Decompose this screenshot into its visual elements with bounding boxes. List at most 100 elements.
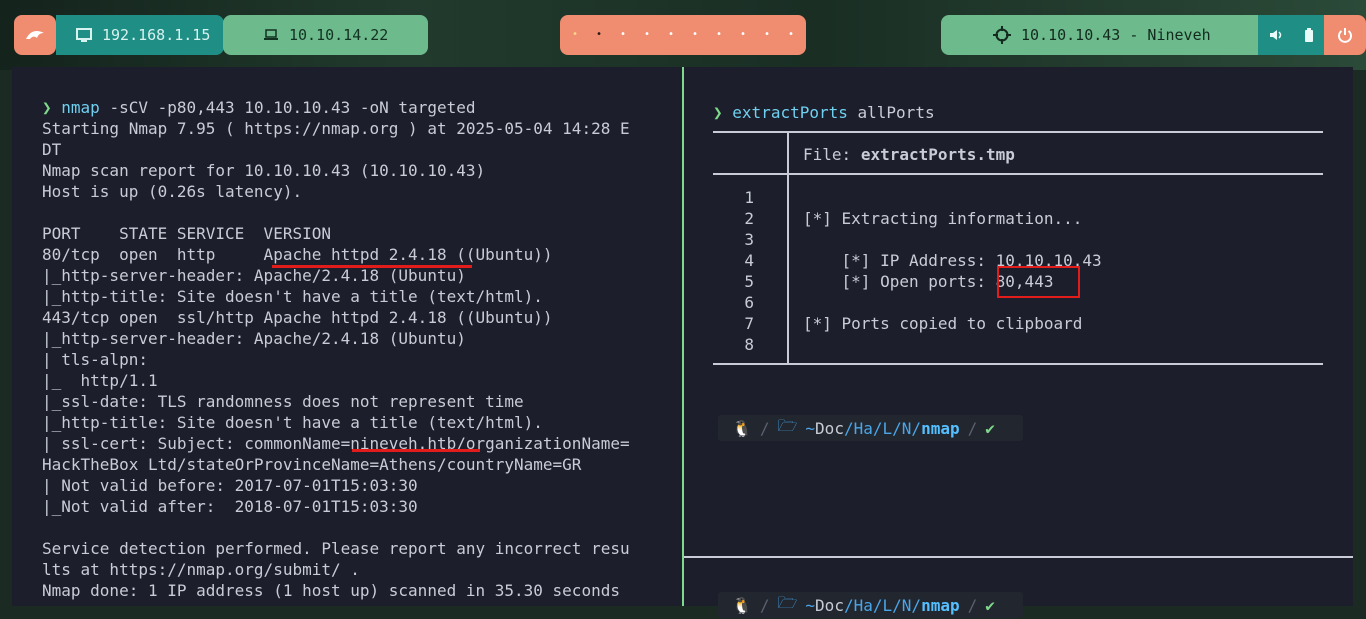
checkmark-icon: ✔ [985, 595, 995, 615]
line-number: 2 [744, 209, 754, 228]
path-segment: Ha [853, 418, 873, 438]
workspace-dot[interactable]: • [635, 30, 659, 40]
output-line: Starting Nmap 7.95 ( https://nmap.org ) … [42, 119, 630, 138]
linux-penguin-icon: 🐧 [732, 418, 752, 438]
workspace-dot[interactable]: • [683, 30, 707, 40]
power-icon [1338, 28, 1352, 43]
bat-top-border [713, 131, 1323, 133]
current-dir: nmap [921, 595, 960, 615]
path-separator: / [872, 595, 883, 615]
bat-header-border [713, 173, 1323, 175]
file-label: File: [803, 145, 852, 164]
terminal-pane-right-bottom[interactable]: 🐧 / 🗁 ~ Doc / Ha / L / N / nmap / ✔ [684, 558, 1353, 618]
path-segment: L [882, 418, 893, 438]
local-ip-label: 192.168.1.15 [102, 26, 211, 44]
extractports-command: ❯ extractPorts allPorts [713, 102, 935, 123]
line-number: 1 [744, 188, 754, 207]
file-name: extractPorts.tmp [860, 145, 1015, 164]
path-segment: Ha [853, 595, 873, 615]
path-separator: / [892, 595, 902, 615]
nmap-output: ❯ nmap -sCV -p80,443 10.10.10.43 -oN tar… [42, 97, 630, 601]
vpn-ip-label: 10.10.14.22 [289, 26, 389, 44]
output-line: |_http-title: Site doesn't have a title … [42, 287, 543, 306]
output-line: HackTheBox Ltd/stateOrProvinceName=Athen… [42, 455, 582, 474]
output-line: |_ http/1.1 [42, 371, 158, 390]
bat-bottom-border [713, 363, 1323, 365]
line-number: 4 [744, 251, 754, 270]
workspace-dot[interactable]: • [659, 30, 683, 40]
bat-gutter-divider [787, 131, 789, 364]
local-ip-indicator[interactable]: 192.168.1.15 [56, 15, 224, 55]
shell-prompt-bar: 🐧 / 🗁 ~ Doc / Ha / L / N / nmap / ✔ [718, 415, 1023, 441]
path-separator: / [843, 595, 854, 615]
arch-menu-button[interactable] [14, 15, 56, 55]
path-segment: Doc [815, 418, 844, 438]
volume-icon[interactable] [1269, 29, 1283, 41]
command-args: -sCV -p80,443 10.10.10.43 -oN targeted [99, 98, 476, 117]
output-line: |_ssl-date: TLS randomness does not repr… [42, 392, 524, 411]
file-line: [*] Extracting information... [803, 209, 1083, 228]
output-line: Nmap done: 1 IP address (1 host up) scan… [42, 581, 620, 600]
battery-icon[interactable] [1304, 28, 1314, 42]
kali-dragon-icon [26, 31, 44, 39]
output-line: DT [42, 140, 62, 159]
output-line: Nmap scan report for 10.10.10.43 (10.10.… [42, 161, 486, 180]
workspace-dot[interactable]: • [731, 30, 755, 40]
command-name: nmap [61, 98, 100, 117]
system-tray[interactable] [1258, 15, 1324, 55]
terminal-pane-left[interactable]: ❯ nmap -sCV -p80,443 10.10.10.43 -oN tar… [12, 67, 683, 606]
current-dir: nmap [921, 418, 960, 438]
command-name: extractPorts [732, 103, 848, 122]
output-line: | ssl-cert: Subject: commonName=nineveh.… [42, 434, 630, 453]
command-args: allPorts [857, 103, 935, 122]
workspace-dot[interactable]: • [563, 30, 587, 40]
workspace-dot[interactable]: • [587, 30, 611, 40]
output-line: | Not valid before: 2017-07-01T15:03:30 [42, 476, 418, 495]
power-button[interactable] [1324, 15, 1366, 55]
workspace-dot[interactable]: • [755, 30, 779, 40]
line-number: 6 [744, 293, 754, 312]
workspace-dot[interactable]: • [611, 30, 635, 40]
path-separator: / [872, 418, 883, 438]
output-line: |_http-title: Site doesn't have a title … [42, 413, 543, 432]
workspace-switcher[interactable]: • • • • • • • • • • [560, 15, 806, 55]
open-ports-label: [*] Open ports: [803, 272, 996, 291]
prompt-arrow: ❯ [42, 98, 52, 117]
target-label: 10.10.10.43 - Nineveh [1021, 26, 1211, 44]
bat-file-header: File: extractPorts.tmp [803, 144, 1015, 165]
output-line: | tls-alpn: [42, 350, 148, 369]
terminal-pane-right-top[interactable]: ❯ extractPorts allPorts File: extractPor… [684, 67, 1353, 557]
path-separator: / [911, 418, 922, 438]
prompt-arrow: ❯ [713, 103, 723, 122]
linux-penguin-icon: 🐧 [732, 595, 752, 615]
line-number: 5 [744, 272, 754, 291]
open-ports-highlight-box [997, 266, 1080, 298]
vpn-ip-indicator[interactable]: 10.10.14.22 [223, 15, 428, 55]
output-line: |_http-server-header: Apache/2.4.18 (Ubu… [42, 329, 466, 348]
crosshair-icon [993, 26, 1011, 44]
path-separator: / [843, 418, 854, 438]
output-line: 443/tcp open ssl/http Apache httpd 2.4.1… [42, 308, 553, 327]
output-line: Host is up (0.26s latency). [42, 182, 303, 201]
line-number: 3 [744, 230, 754, 249]
output-line: |_http-server-header: Apache/2.4.18 (Ubu… [42, 266, 466, 285]
folder-icon: 🗁 [777, 415, 798, 435]
monitor-icon [76, 28, 92, 42]
apache-version-underline [272, 265, 472, 268]
path-segment: L [882, 595, 893, 615]
path-segment: N [901, 595, 912, 615]
line-number: 7 [744, 314, 754, 333]
workspace-dot[interactable]: • [707, 30, 731, 40]
target-indicator[interactable]: 10.10.10.43 - Nineveh [941, 15, 1258, 55]
workspace-dot[interactable]: • [779, 30, 803, 40]
hostname-underline [352, 449, 480, 452]
output-line: 80/tcp open http Apache httpd 2.4.18 ((U… [42, 245, 553, 264]
separator-icon: / [967, 595, 978, 615]
file-line: [*] Ports copied to clipboard [803, 314, 1083, 333]
separator-icon: / [759, 418, 770, 438]
output-line: lts at https://nmap.org/submit/ . [42, 560, 360, 579]
separator-icon: / [967, 418, 978, 438]
separator-icon: / [759, 595, 770, 615]
folder-icon: 🗁 [777, 592, 798, 612]
line-number: 8 [744, 335, 754, 354]
